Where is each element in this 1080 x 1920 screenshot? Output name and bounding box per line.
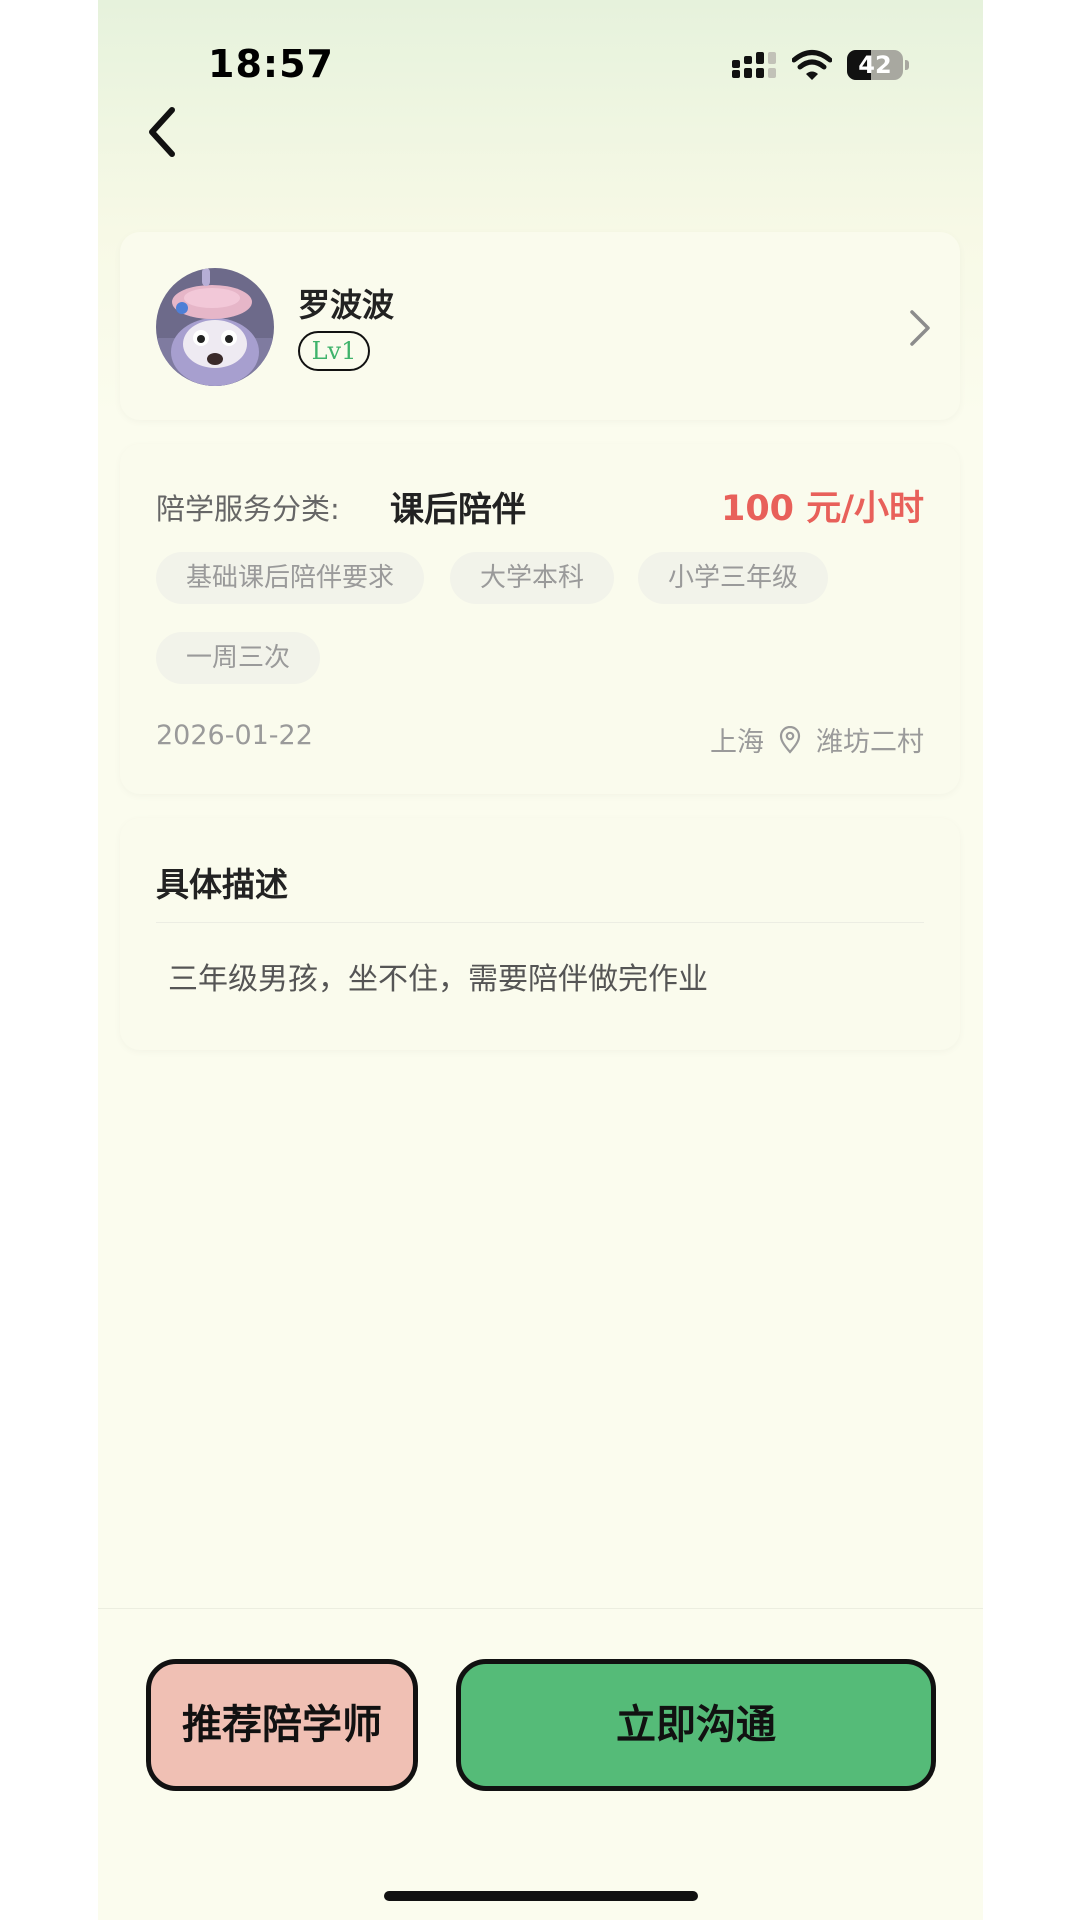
battery-icon: 42 [847,50,909,80]
description-text: 三年级男孩，坐不住，需要陪伴做完作业 [168,962,708,997]
user-name: 罗波波 [298,286,395,324]
service-category-value: 课后陪伴 [390,490,526,530]
tag-education: 大学本科 [450,552,615,604]
description-title: 具体描述 [156,865,288,904]
tag-requirement: 基础课后陪伴要求 [156,552,425,604]
profile-card[interactable]: 罗波波 Lv1 [120,232,960,420]
service-category-label: 陪学服务分类: [156,492,340,526]
description-card: 具体描述 三年级男孩，坐不住，需要陪伴做完作业 [120,818,960,1050]
wifi-icon [792,50,832,80]
location: 上海 潍坊二村 [710,720,924,759]
price: 100 元/小时 [720,489,924,529]
service-card: 陪学服务分类: 课后陪伴 100 元/小时 基础课后陪伴要求 大学本科 小学三年… [120,444,960,794]
battery-percentage: 42 [858,51,892,79]
recommend-tutor-button[interactable]: 推荐陪学师 [146,1659,418,1791]
screen: 18:57 42 罗波波 Lv1 陪学服务分类: 课后陪伴 100 元/小时 基… [98,0,983,1920]
back-arrow-icon[interactable] [134,102,194,162]
chat-now-button[interactable]: 立即沟通 [456,1659,936,1791]
bottom-divider [98,1608,983,1609]
divider [156,922,924,923]
status-time: 18:57 [208,42,334,86]
post-date: 2026-01-22 [156,720,313,751]
tag-frequency: 一周三次 [156,632,321,684]
home-indicator[interactable] [384,1891,698,1901]
avatar[interactable] [156,268,274,386]
level-badge: Lv1 [298,331,370,371]
location-district: 潍坊二村 [816,727,924,758]
signal-icon [732,52,776,78]
location-pin-icon [779,725,801,754]
location-city: 上海 [710,727,764,758]
chevron-right-icon[interactable] [906,308,934,348]
tag-grade: 小学三年级 [638,552,829,604]
